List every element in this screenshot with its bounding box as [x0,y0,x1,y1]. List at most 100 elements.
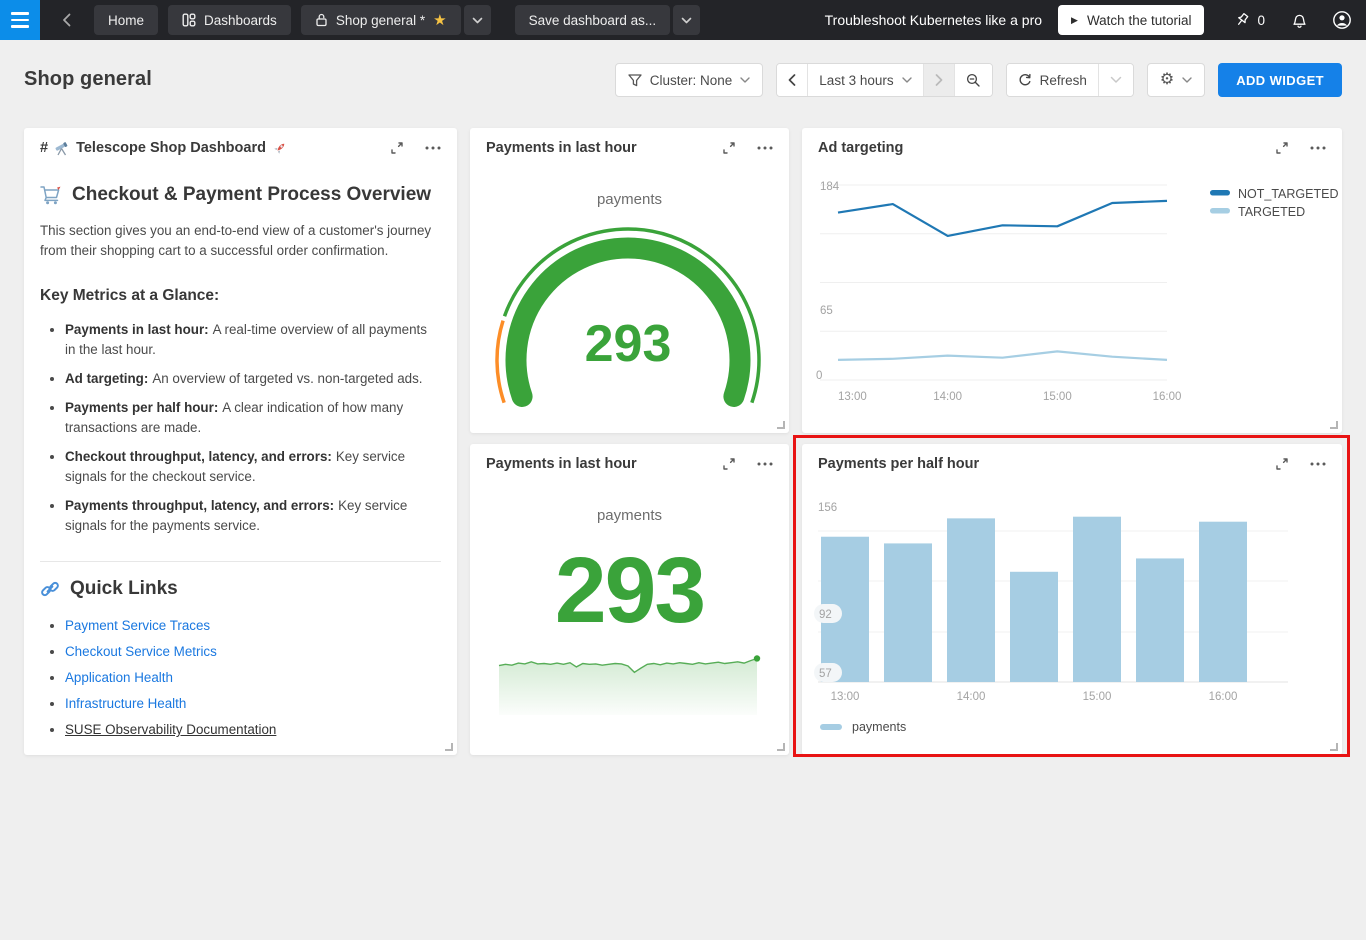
resize-handle[interactable] [1330,421,1338,429]
svg-text:0: 0 [816,370,822,382]
resize-handle[interactable] [445,743,453,751]
time-range-button[interactable]: Last 3 hours [808,64,923,96]
svg-text:13:00: 13:00 [831,691,860,703]
metric-item: Ad targeting:An overview of targeted vs.… [65,369,441,389]
metric-item: Payments throughput, latency, and errors… [65,496,441,536]
metric-item: Checkout throughput, latency, and errors… [65,447,441,487]
link-application-health[interactable]: Application Health [65,670,173,685]
link-infrastructure-health[interactable]: Infrastructure Health [65,696,186,711]
expand-widget-button[interactable] [1274,140,1290,156]
quick-links-heading: Quick Links [40,578,441,600]
nav-current-dashboard-label: Shop general * [336,13,425,28]
watch-tutorial-button[interactable]: ▶ Watch the tutorial [1058,5,1204,35]
page-title: Shop general [24,68,152,91]
refresh-icon [1018,73,1032,87]
link-payment-service-traces[interactable]: Payment Service Traces [65,618,210,633]
nav-home-button[interactable]: Home [94,5,158,35]
svg-text:184: 184 [820,181,840,193]
save-dashboard-as-button[interactable]: Save dashboard as... [515,5,671,35]
expand-icon [1274,456,1290,472]
series-label: payments [470,507,789,524]
nav-dashboards-button[interactable]: Dashboards [168,5,291,35]
unlock-icon [315,13,328,27]
widget-menu-button[interactable] [1310,462,1326,466]
time-range-picker: Last 3 hours [776,63,992,97]
widget-title: Payments in last hour [486,456,637,472]
nav-current-dashboard-button[interactable]: Shop general * ★ [301,5,461,35]
ad-targeting-chart[interactable]: 18465013:0014:0015:0016:00NOT_TARGETEDTA… [802,168,1342,433]
svg-text:15:00: 15:00 [1043,391,1072,403]
payments-gauge-chart[interactable]: 293 [470,168,789,433]
menu-button[interactable] [0,0,40,40]
quick-links-list: Payment Service Traces Checkout Service … [40,617,441,738]
notifications-button[interactable] [1291,12,1308,29]
payments-value: 293 [470,544,789,637]
resize-handle[interactable] [777,743,785,751]
svg-text:14:00: 14:00 [933,391,962,403]
add-widget-label: ADD WIDGET [1236,73,1324,88]
back-button[interactable] [50,4,84,36]
refresh-options-chevron[interactable] [1099,64,1133,96]
user-avatar-button[interactable] [1332,10,1352,30]
payments-sparkline[interactable] [499,649,757,715]
promo-text: Troubleshoot Kubernetes like a pro [825,12,1042,28]
svg-text:TARGETED: TARGETED [1238,205,1305,219]
svg-text:NOT_TARGETED: NOT_TARGETED [1238,187,1338,201]
cluster-filter-label: Cluster: None [650,73,733,88]
resize-handle[interactable] [777,421,785,429]
dashboard-settings-button[interactable]: ⚙ [1147,63,1205,97]
refresh-label: Refresh [1040,73,1087,88]
gear-icon: ⚙ [1160,72,1174,88]
time-back-button[interactable] [777,64,808,96]
cluster-filter-button[interactable]: Cluster: None [615,63,764,97]
dashboard-options-chevron[interactable] [464,5,491,35]
svg-text:15:00: 15:00 [1083,691,1112,703]
svg-text:65: 65 [820,305,833,317]
refresh-button[interactable]: Refresh [1007,64,1099,96]
link-checkout-service-metrics[interactable]: Checkout Service Metrics [65,644,217,659]
ellipsis-icon [1310,462,1326,466]
payments-gauge-widget: Payments in last hour payments 293 [470,128,789,433]
nav-home-label: Home [108,13,144,28]
expand-widget-button[interactable] [721,140,737,156]
widget-title: Payments in last hour [486,140,637,156]
expand-icon [721,456,737,472]
expand-widget-button[interactable] [389,140,405,156]
ellipsis-icon [425,146,441,150]
dashboard-toolbar: Cluster: None Last 3 hours [615,63,1342,97]
chevron-down-icon [902,77,912,83]
avatar-icon [1332,10,1352,30]
link-icon [40,579,60,599]
time-range-label: Last 3 hours [819,73,893,88]
widget-menu-button[interactable] [757,462,773,466]
add-widget-button[interactable]: ADD WIDGET [1218,63,1342,97]
pin-count: 0 [1257,13,1265,28]
payments-per-half-hour-chart[interactable]: 156925713:0014:0015:0016:00payments [802,484,1342,755]
time-forward-button[interactable] [924,64,955,96]
payments-per-half-hour-widget: Payments per half hour 156925713:0014:00… [802,444,1342,755]
overview-heading: Checkout & Payment Process Overview [40,184,441,206]
favorite-star-icon[interactable]: ★ [433,13,446,28]
nav-dashboards-label: Dashboards [204,13,277,28]
time-zoom-out-button[interactable] [955,64,992,96]
save-options-chevron[interactable] [673,5,700,35]
top-navbar: Home Dashboards Shop general * ★ [0,0,1366,40]
svg-text:92: 92 [819,609,832,621]
play-icon: ▶ [1071,15,1078,26]
expand-widget-button[interactable] [1274,456,1290,472]
resize-handle[interactable] [1330,743,1338,751]
expand-widget-button[interactable] [721,456,737,472]
markdown-title-prefix: # [40,140,48,156]
chevron-left-icon [788,74,796,86]
markdown-widget-title: Telescope Shop Dashboard [76,140,266,156]
expand-icon [721,140,737,156]
widget-menu-button[interactable] [425,146,441,150]
widget-menu-button[interactable] [1310,146,1326,150]
markdown-widget: # Telescope Shop Dashboard [24,128,457,755]
pinned-views-button[interactable]: 0 [1234,12,1265,28]
link-suse-observability-docs[interactable]: SUSE Observability Documentation [65,722,276,737]
metrics-heading: Key Metrics at a Glance: [40,287,441,305]
widget-menu-button[interactable] [757,146,773,150]
bell-icon [1291,12,1308,29]
chevron-down-icon [472,17,483,24]
